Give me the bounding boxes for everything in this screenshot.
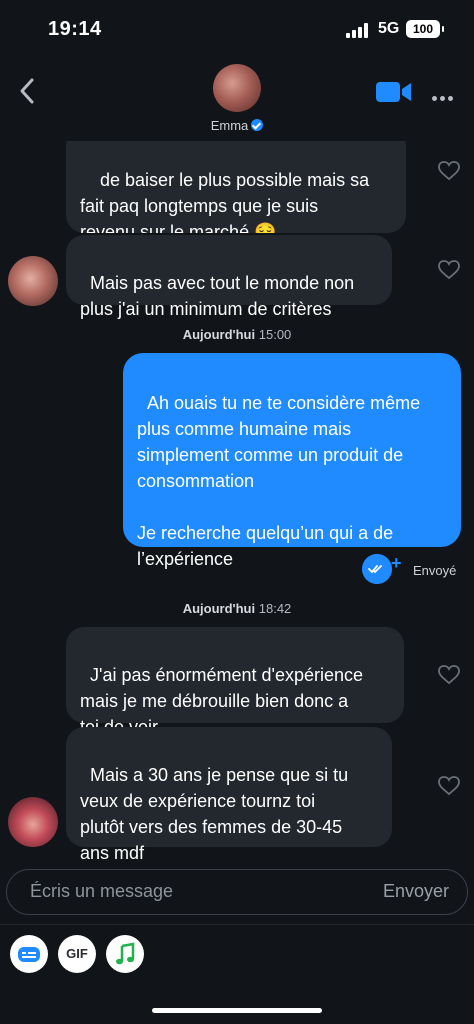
message-incoming[interactable]: Mais pas avec tout le monde non plus j'a… bbox=[66, 235, 392, 319]
status-time: 19:14 bbox=[48, 18, 102, 40]
verified-icon bbox=[251, 119, 264, 131]
sticker-icon[interactable] bbox=[10, 935, 48, 973]
plus-icon[interactable]: + bbox=[391, 553, 402, 574]
date-label: Aujourd'hui bbox=[182, 327, 256, 342]
message-clip: de baiser le plus possible mais sa fait … bbox=[0, 141, 474, 233]
date-time: 15:00 bbox=[258, 327, 292, 342]
home-indicator bbox=[152, 1008, 322, 1013]
like-heart-icon[interactable] bbox=[438, 665, 460, 685]
message-placeholder[interactable]: Écris un message bbox=[30, 881, 173, 902]
contact-avatar-small[interactable] bbox=[8, 256, 58, 306]
message-incoming[interactable]: Mais a 30 ans je pense que si tu veux de… bbox=[66, 727, 392, 863]
divider bbox=[0, 924, 474, 925]
gif-button[interactable]: GIF bbox=[58, 935, 96, 973]
date-separator: Aujourd'hui 18:42 bbox=[0, 601, 474, 616]
contact-avatar[interactable] bbox=[213, 64, 261, 112]
message-text: Ah ouais tu ne te considère même plus co… bbox=[137, 393, 421, 569]
message-incoming[interactable]: de baiser le plus possible mais sa fait … bbox=[66, 141, 406, 233]
message-incoming[interactable]: J'ai pas énormément d'expérience mais je… bbox=[66, 627, 404, 737]
message-outgoing[interactable]: Ah ouais tu ne te considère même plus co… bbox=[123, 353, 461, 569]
message-text: Mais a 30 ans je pense que si tu veux de… bbox=[80, 765, 349, 863]
like-heart-icon[interactable] bbox=[438, 161, 460, 181]
back-icon[interactable] bbox=[16, 76, 38, 106]
like-heart-icon[interactable] bbox=[438, 260, 460, 280]
like-heart-icon[interactable] bbox=[438, 776, 460, 796]
contact-name[interactable]: Emma bbox=[0, 118, 474, 133]
date-separator: Aujourd'hui 15:00 bbox=[0, 327, 474, 342]
signal-icon bbox=[346, 22, 372, 38]
date-time: 18:42 bbox=[258, 601, 292, 616]
video-call-icon[interactable] bbox=[376, 80, 412, 104]
date-label: Aujourd'hui bbox=[182, 601, 256, 616]
sent-status: Envoyé bbox=[413, 563, 457, 578]
network-label: 5G bbox=[378, 20, 400, 37]
more-options-icon[interactable] bbox=[432, 88, 456, 106]
music-icon[interactable] bbox=[106, 935, 144, 973]
message-text: de baiser le plus possible mais sa fait … bbox=[80, 170, 370, 233]
message-text: Mais pas avec tout le monde non plus j'a… bbox=[80, 273, 355, 319]
contact-avatar-small[interactable] bbox=[8, 797, 58, 847]
send-button[interactable]: Envoyer bbox=[383, 881, 449, 902]
gif-icon: GIF bbox=[66, 946, 88, 961]
contact-name-label: Emma bbox=[210, 118, 249, 133]
battery-icon: 100 bbox=[406, 20, 444, 38]
read-receipt-icon bbox=[362, 554, 392, 584]
